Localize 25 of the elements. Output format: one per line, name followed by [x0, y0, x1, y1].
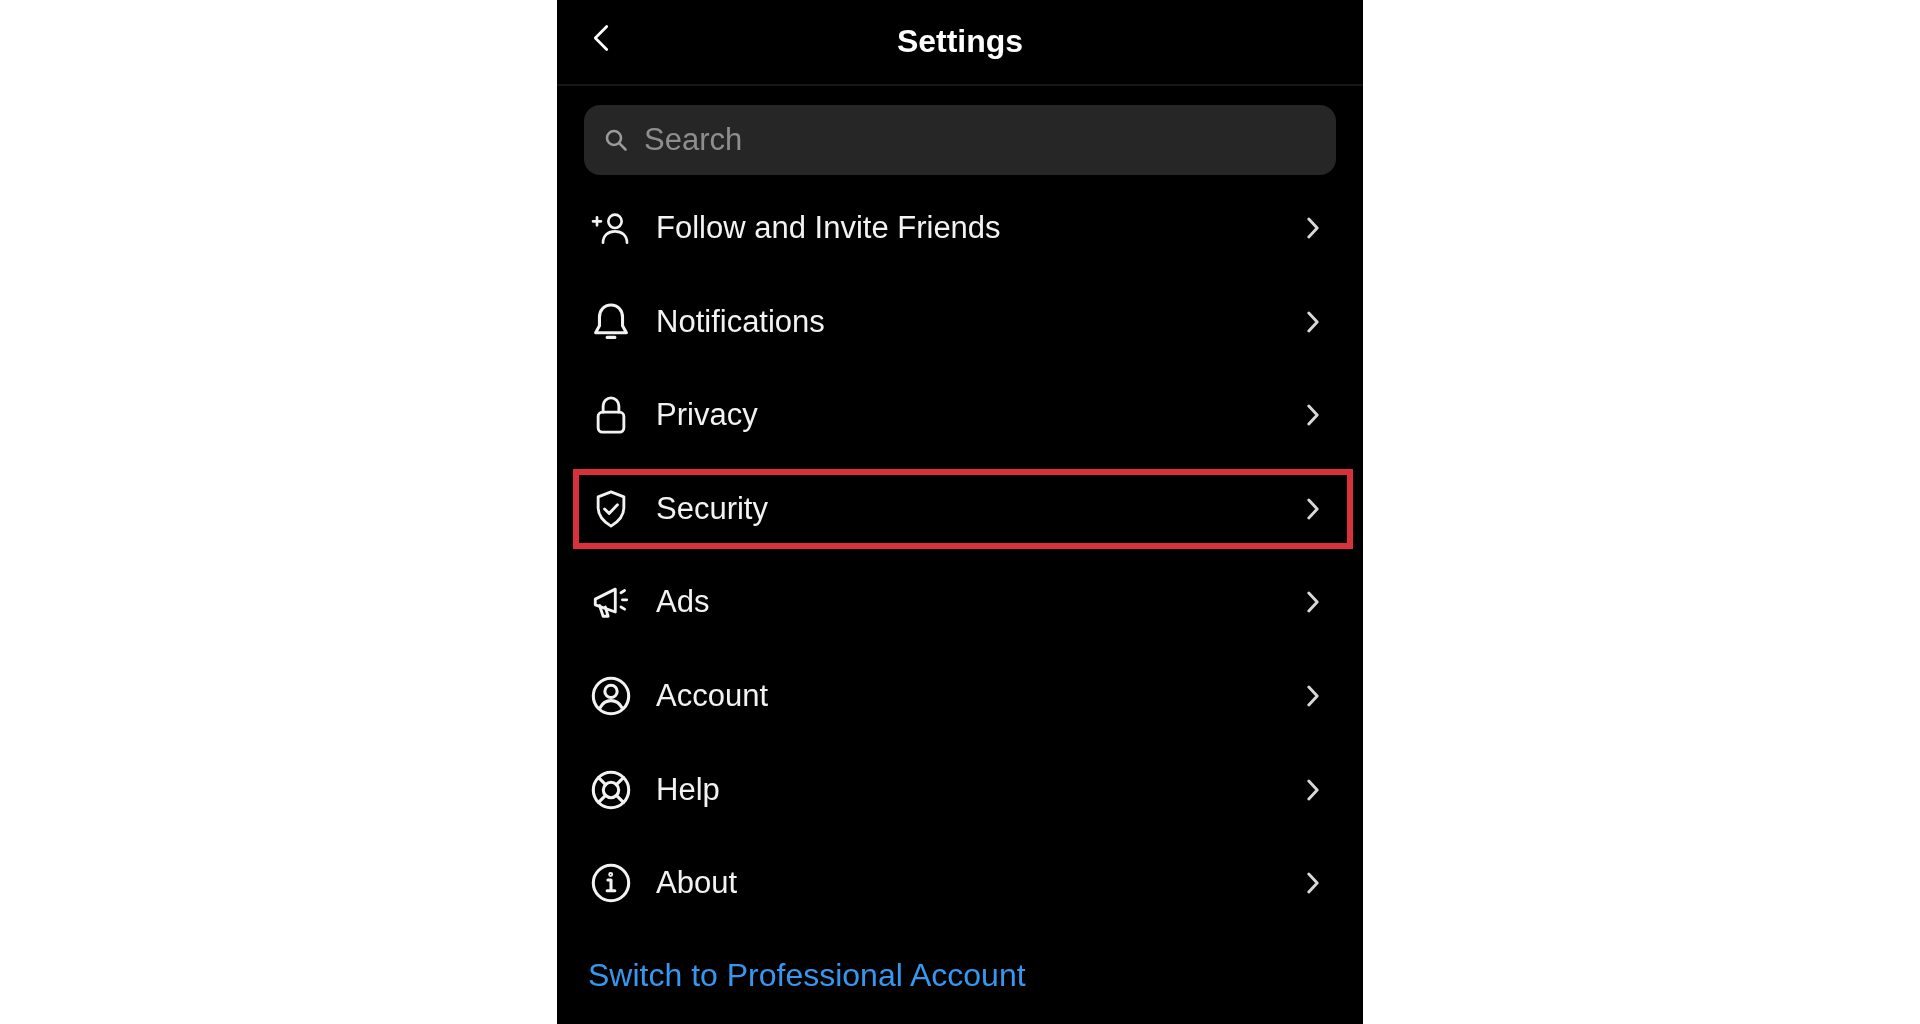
settings-item[interactable]: Ads	[573, 562, 1353, 643]
lifebuoy-icon	[591, 769, 631, 810]
chevron-right-icon	[1307, 872, 1319, 895]
search-field[interactable]: Search	[584, 105, 1336, 175]
search-icon	[604, 128, 628, 152]
person-circle-icon	[591, 675, 631, 716]
chevron-right-icon	[1307, 497, 1319, 520]
chevron-right-icon	[1307, 778, 1319, 801]
chevron-right-icon	[1307, 310, 1319, 333]
professional-account-link[interactable]: Switch to Professional Account	[588, 957, 1026, 994]
chevron-right-icon	[1307, 217, 1319, 239]
settings-item[interactable]: About	[573, 843, 1353, 924]
settings-item[interactable]: Help	[573, 749, 1353, 830]
settings-item[interactable]: Account	[573, 655, 1353, 736]
settings-item[interactable]: Follow and Invite Friends	[573, 188, 1353, 268]
settings-item[interactable]: Notifications	[573, 281, 1353, 362]
settings-item[interactable]: Security	[573, 468, 1353, 549]
bell-icon	[591, 301, 631, 342]
back-icon[interactable]	[593, 24, 609, 52]
settings-item[interactable]: Privacy	[573, 375, 1353, 456]
chevron-right-icon	[1307, 591, 1319, 614]
info-icon	[591, 863, 631, 904]
page-title: Settings	[896, 22, 1024, 60]
chevron-right-icon	[1307, 404, 1319, 427]
chevron-right-icon	[1307, 684, 1319, 707]
